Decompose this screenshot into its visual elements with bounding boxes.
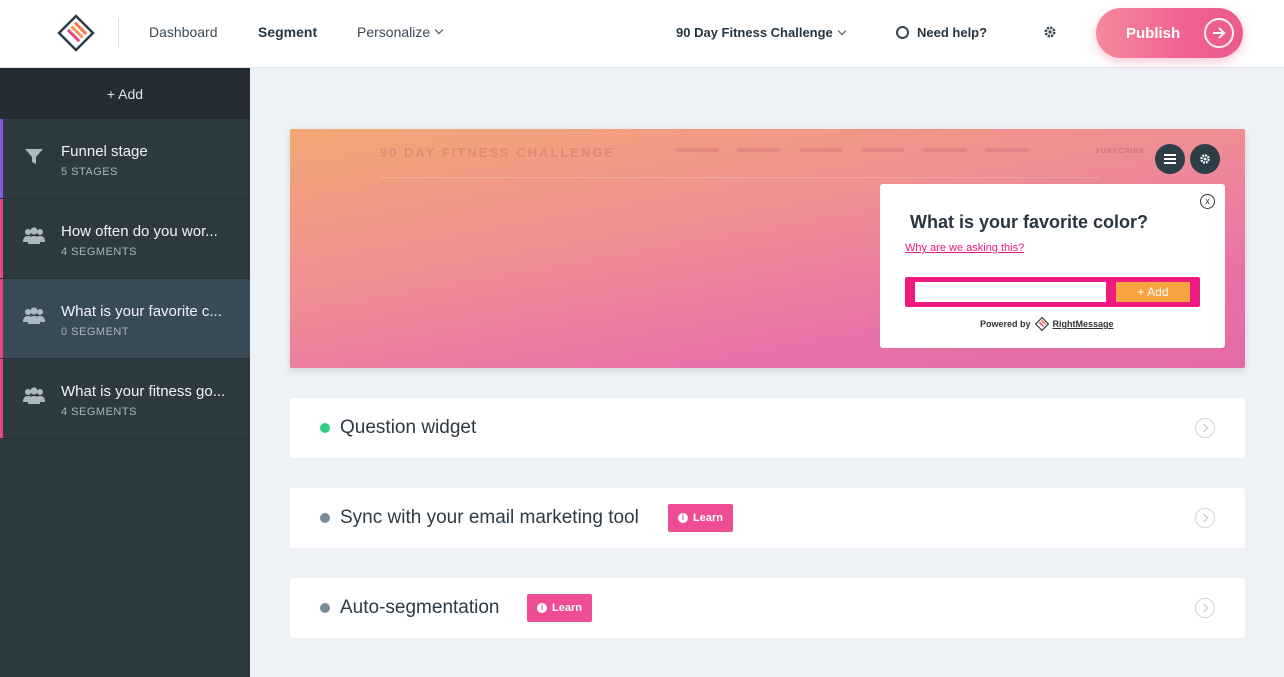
preview-nav-placeholder	[985, 148, 1029, 152]
add-segment-button[interactable]: + Add	[0, 68, 250, 119]
sidebar-item-favorite-color[interactable]: What is your favorite c... 0 SEGMENT	[0, 279, 250, 359]
rightmessage-link[interactable]: RightMessage	[1053, 319, 1114, 329]
sidebar-item-title: What is your favorite c...	[61, 303, 222, 320]
sidebar-item-title: What is your fitness go...	[61, 383, 226, 400]
sidebar-item-subtitle: 0 SEGMENT	[61, 326, 130, 338]
hamburger-icon	[1164, 154, 1176, 164]
users-icon	[23, 386, 45, 406]
publish-button[interactable]: Publish	[1096, 8, 1243, 58]
card-title: Auto-segmentation	[340, 597, 500, 618]
preview-nav-placeholder	[737, 148, 781, 152]
nav-dashboard[interactable]: Dashboard	[149, 24, 218, 40]
sidebar-item-accent	[0, 279, 3, 358]
status-dot-inactive	[320, 513, 330, 523]
preview-nav-placeholder	[923, 148, 967, 152]
powered-by-label: Powered by	[980, 319, 1031, 329]
sidebar-item-funnel-stage[interactable]: Funnel stage 5 STAGES	[0, 119, 250, 199]
answer-input[interactable]	[915, 282, 1106, 302]
card-title: Sync with your email marketing tool	[340, 507, 639, 528]
popup-add-button[interactable]: + Add	[1116, 282, 1190, 302]
nav-personalize-label: Personalize	[357, 24, 431, 40]
sidebar-item-title: Funnel stage	[61, 143, 148, 160]
chevron-right-icon[interactable]	[1195, 598, 1215, 618]
popup-question: What is your favorite color?	[910, 212, 1149, 232]
learn-label: Learn	[693, 512, 723, 524]
project-name: 90 Day Fitness Challenge	[676, 25, 833, 40]
powered-by: Powered by RightMessage	[980, 317, 1114, 331]
sidebar-item-subtitle: 4 SEGMENTS	[61, 246, 137, 258]
preview-site-nav	[675, 148, 1029, 152]
project-selector[interactable]: 90 Day Fitness Challenge	[676, 25, 847, 40]
status-dot-inactive	[320, 603, 330, 613]
info-icon: i	[537, 603, 547, 613]
rightmessage-logo-icon	[1034, 317, 1049, 331]
sidebar-item-fitness-goal[interactable]: What is your fitness go... 4 SEGMENTS	[0, 359, 250, 439]
chevron-down-icon	[434, 25, 444, 35]
funnel-icon	[23, 146, 45, 166]
close-icon[interactable]: x	[1200, 194, 1215, 209]
widget-menu-button[interactable]	[1155, 144, 1185, 174]
question-popup: x What is your favorite color? Why are w…	[880, 184, 1225, 348]
top-header: Dashboard Segment Personalize 90 Day Fit…	[0, 0, 1284, 68]
help-link[interactable]: Need help?	[896, 25, 987, 40]
sidebar-item-subtitle: 5 STAGES	[61, 166, 118, 178]
nav-segment[interactable]: Segment	[258, 24, 317, 40]
settings-gear-icon[interactable]	[1043, 25, 1057, 39]
popup-form: + Add	[905, 277, 1200, 307]
learn-button[interactable]: i Learn	[527, 594, 592, 622]
card-email-sync[interactable]: Sync with your email marketing tool i Le…	[290, 488, 1245, 548]
arrow-right-icon	[1204, 18, 1234, 48]
preview-nav-placeholder	[861, 148, 905, 152]
learn-label: Learn	[552, 602, 582, 614]
publish-label: Publish	[1126, 24, 1181, 42]
why-asking-link[interactable]: Why are we asking this?	[905, 242, 1024, 254]
card-question-widget[interactable]: Question widget	[290, 398, 1245, 458]
sidebar-item-accent	[0, 359, 3, 438]
card-title: Question widget	[340, 417, 477, 438]
site-preview: 90 DAY FITNESS CHALLENGE SUBSCRIBE x Wha…	[290, 129, 1245, 368]
nav-personalize[interactable]: Personalize	[357, 24, 444, 40]
users-icon	[23, 226, 45, 246]
preview-subscribe-link: SUBSCRIBE	[1095, 148, 1146, 155]
users-icon	[23, 306, 45, 326]
preview-nav-placeholder	[675, 148, 719, 152]
widget-settings-button[interactable]	[1190, 144, 1220, 174]
logo-divider	[118, 18, 119, 48]
preview-site-title: 90 DAY FITNESS CHALLENGE	[380, 145, 616, 160]
learn-button[interactable]: i Learn	[668, 504, 733, 532]
segments-sidebar: + Add Funnel stage 5 STAGES How often do…	[0, 68, 250, 677]
preview-nav-placeholder	[799, 148, 843, 152]
gear-icon	[1200, 154, 1210, 164]
rightmessage-logo[interactable]	[56, 14, 96, 52]
sidebar-item-subtitle: 4 SEGMENTS	[61, 406, 137, 418]
sidebar-item-workout-frequency[interactable]: How often do you wor... 4 SEGMENTS	[0, 199, 250, 279]
lifebuoy-icon	[896, 26, 909, 39]
preview-divider	[380, 177, 1100, 178]
sidebar-item-accent	[0, 199, 3, 278]
chevron-right-icon[interactable]	[1195, 418, 1215, 438]
info-icon: i	[678, 513, 688, 523]
help-label: Need help?	[917, 25, 988, 40]
chevron-right-icon[interactable]	[1195, 508, 1215, 528]
sidebar-item-title: How often do you wor...	[61, 223, 218, 240]
card-auto-segmentation[interactable]: Auto-segmentation i Learn	[290, 578, 1245, 638]
chevron-down-icon	[837, 26, 847, 35]
sidebar-item-accent	[0, 119, 3, 198]
status-dot-active	[320, 423, 330, 433]
